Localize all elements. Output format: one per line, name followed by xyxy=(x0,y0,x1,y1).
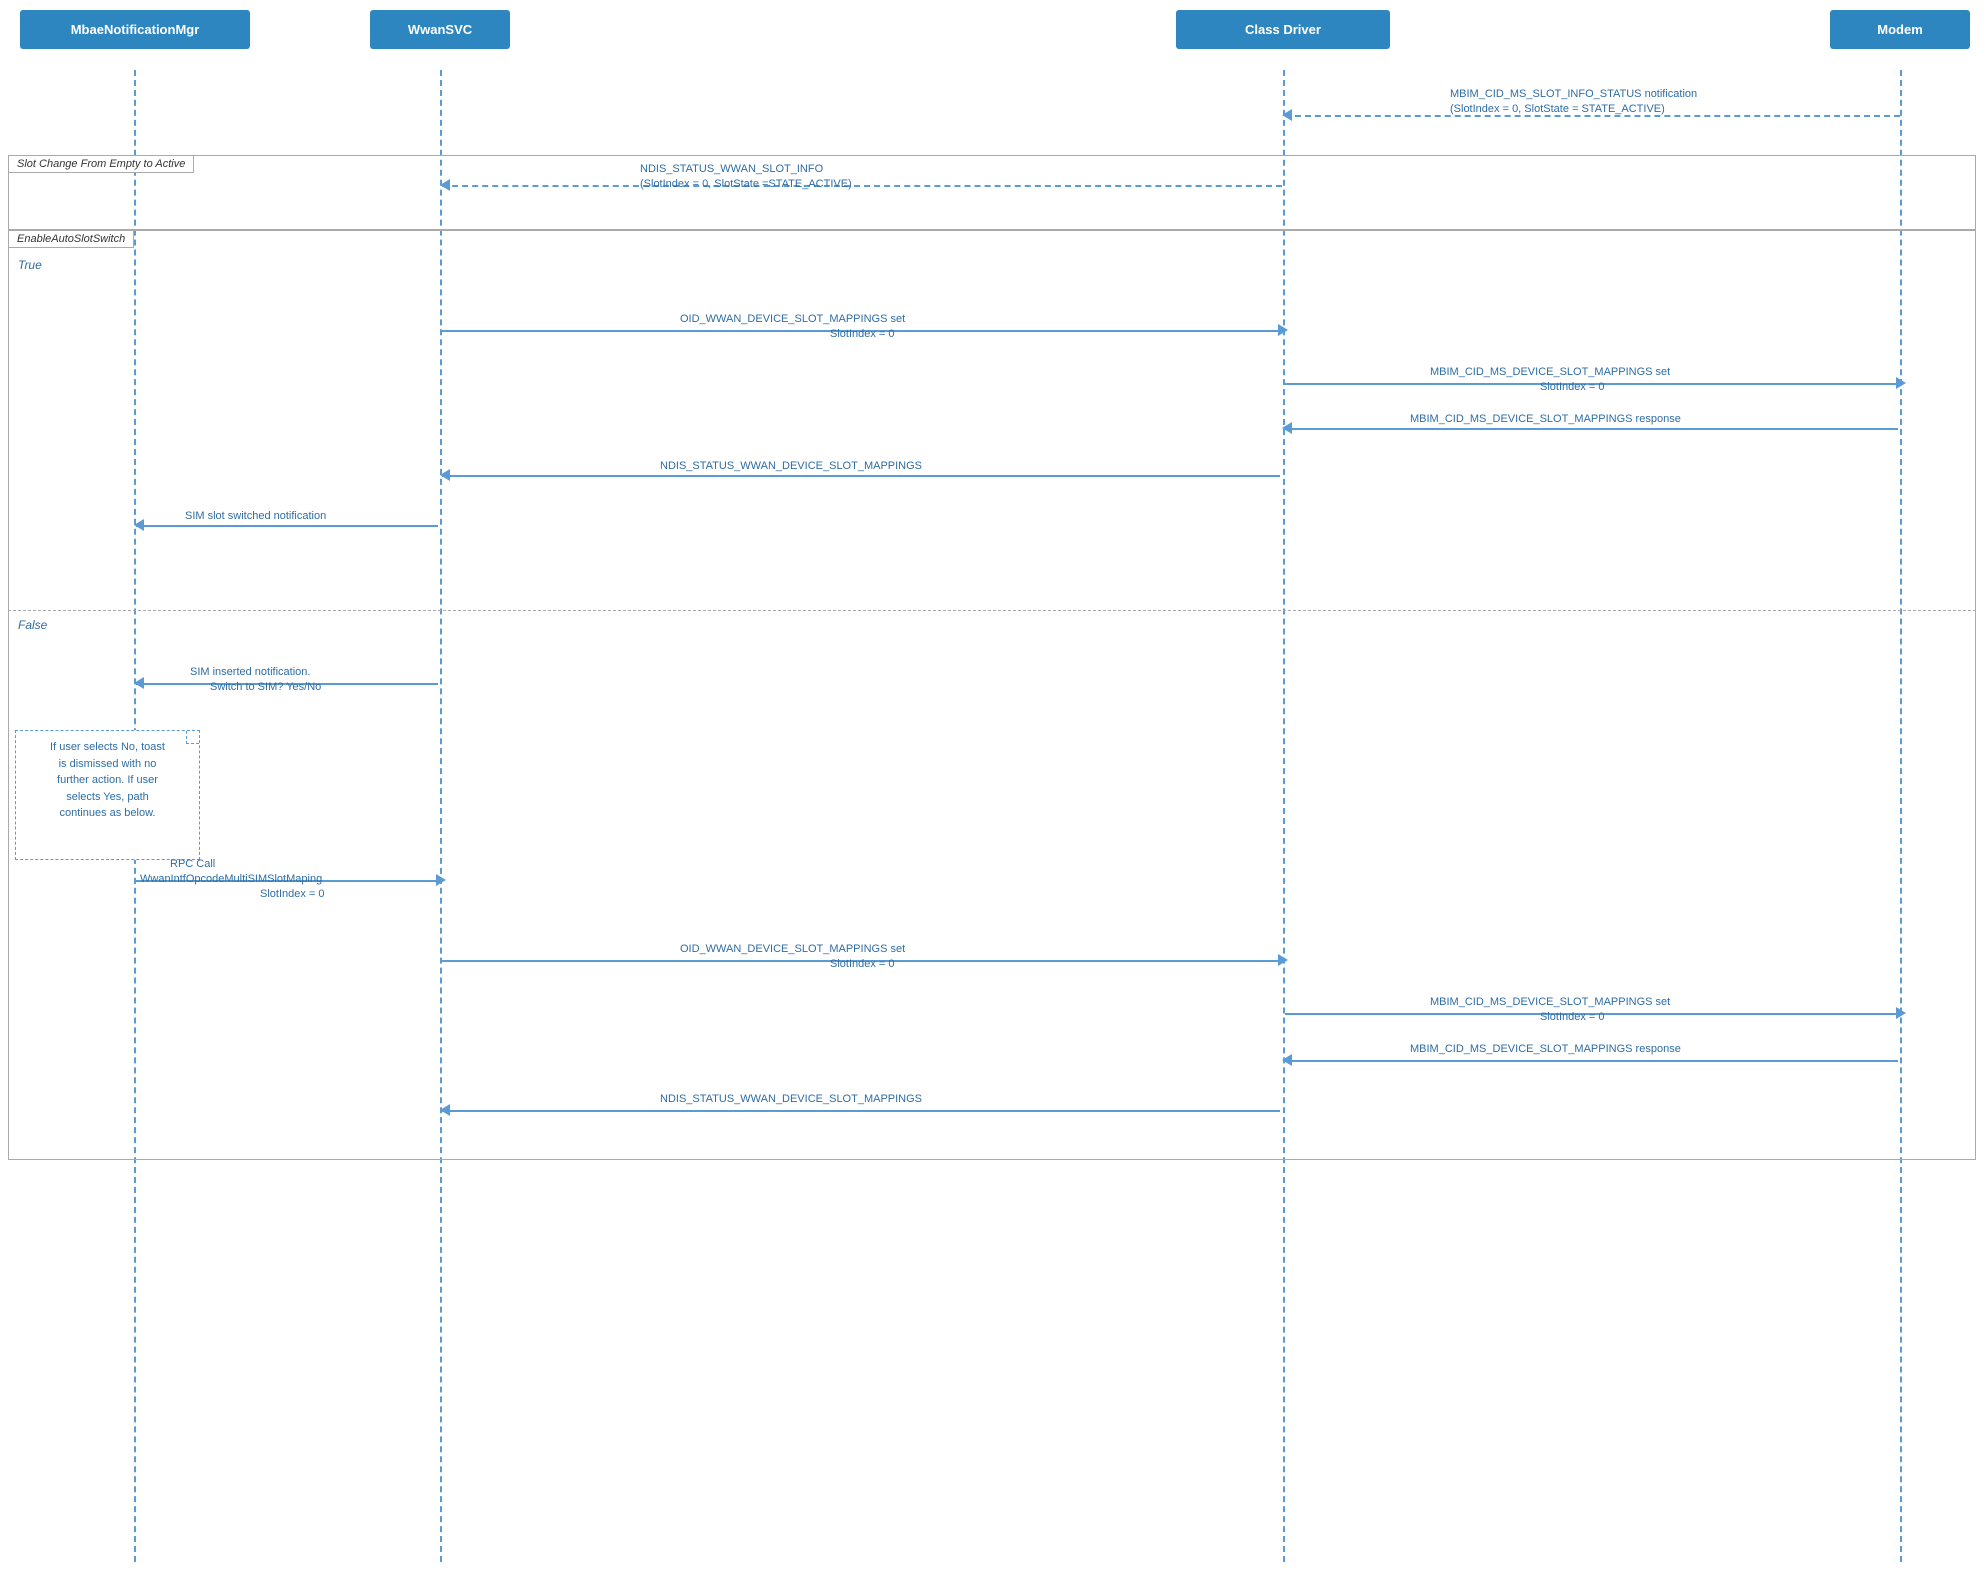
sequence-diagram: MbaeNotificationMgr WwanSVC Class Driver… xyxy=(0,0,1986,1592)
actor-class: Class Driver xyxy=(1176,10,1390,49)
msg4-arrowhead xyxy=(1896,377,1906,389)
msg6-arrowhead xyxy=(440,469,450,481)
msg6-label1: NDIS_STATUS_WWAN_DEVICE_SLOT_MAPPINGS xyxy=(660,460,922,472)
msg10-label2: SlotIndex = 0 xyxy=(830,958,895,970)
msg1-arrowhead xyxy=(1282,109,1292,121)
msg10-label1: OID_WWAN_DEVICE_SLOT_MAPPINGS set xyxy=(680,943,905,955)
msg2-line xyxy=(442,185,1282,187)
msg8-arrowhead xyxy=(134,677,144,689)
msg3-label2: SlotIndex = 0 xyxy=(830,328,895,340)
msg13-line xyxy=(442,1110,1280,1112)
msg10-arrowhead xyxy=(1278,954,1288,966)
section-true: True xyxy=(18,258,42,272)
msg4-label1: MBIM_CID_MS_DEVICE_SLOT_MAPPINGS set xyxy=(1430,366,1670,378)
msg9-label3: SlotIndex = 0 xyxy=(260,888,325,900)
msg8-label1: SIM inserted notification. xyxy=(190,666,310,678)
msg5-line xyxy=(1285,428,1898,430)
msg1-label1: MBIM_CID_MS_SLOT_INFO_STATUS notificatio… xyxy=(1450,88,1697,100)
msg6-line xyxy=(442,475,1280,477)
msg13-label1: NDIS_STATUS_WWAN_DEVICE_SLOT_MAPPINGS xyxy=(660,1093,922,1105)
frame-slot-change-label: Slot Change From Empty to Active xyxy=(8,155,194,173)
msg8-label2: Switch to SIM? Yes/No xyxy=(210,681,321,693)
msg11-label2: SlotIndex = 0 xyxy=(1540,1011,1605,1023)
actor-wwan: WwanSVC xyxy=(370,10,510,49)
msg3-label1: OID_WWAN_DEVICE_SLOT_MAPPINGS set xyxy=(680,313,905,325)
msg4-label2: SlotIndex = 0 xyxy=(1540,381,1605,393)
msg1-line xyxy=(1285,115,1900,117)
msg12-line xyxy=(1285,1060,1898,1062)
msg12-arrowhead xyxy=(1282,1054,1292,1066)
msg7-label1: SIM slot switched notification xyxy=(185,510,326,522)
msg2-arrowhead xyxy=(440,179,450,191)
note-box: If user selects No, toast is dismissed w… xyxy=(15,730,200,860)
msg9-label1: RPC Call xyxy=(170,858,215,870)
actor-mbae: MbaeNotificationMgr xyxy=(20,10,250,49)
msg3-arrowhead xyxy=(1278,324,1288,336)
msg7-line xyxy=(136,525,438,527)
actor-modem: Modem xyxy=(1830,10,1970,49)
msg1-label2: (SlotIndex = 0, SlotState = STATE_ACTIVE… xyxy=(1450,103,1665,115)
msg9-label2: WwanIntfOpcodeMultiSIMSlotMaping xyxy=(140,873,322,885)
msg5-arrowhead xyxy=(1282,422,1292,434)
msg13-arrowhead xyxy=(440,1104,450,1116)
msg12-label1: MBIM_CID_MS_DEVICE_SLOT_MAPPINGS respons… xyxy=(1410,1043,1681,1055)
frame-enable-auto-label: EnableAutoSlotSwitch xyxy=(8,230,134,248)
frame-enable-auto: EnableAutoSlotSwitch xyxy=(8,230,1976,1160)
section-false: False xyxy=(18,618,47,632)
msg5-label1: MBIM_CID_MS_DEVICE_SLOT_MAPPINGS respons… xyxy=(1410,413,1681,425)
msg9-arrowhead xyxy=(436,874,446,886)
true-false-divider xyxy=(8,610,1976,611)
msg7-arrowhead xyxy=(134,519,144,531)
msg11-label1: MBIM_CID_MS_DEVICE_SLOT_MAPPINGS set xyxy=(1430,996,1670,1008)
msg11-arrowhead xyxy=(1896,1007,1906,1019)
msg2-label2: (SlotIndex = 0, SlotState =STATE_ACTIVE) xyxy=(640,178,852,190)
msg2-label1: NDIS_STATUS_WWAN_SLOT_INFO xyxy=(640,163,823,175)
frame-slot-change: Slot Change From Empty to Active xyxy=(8,155,1976,230)
